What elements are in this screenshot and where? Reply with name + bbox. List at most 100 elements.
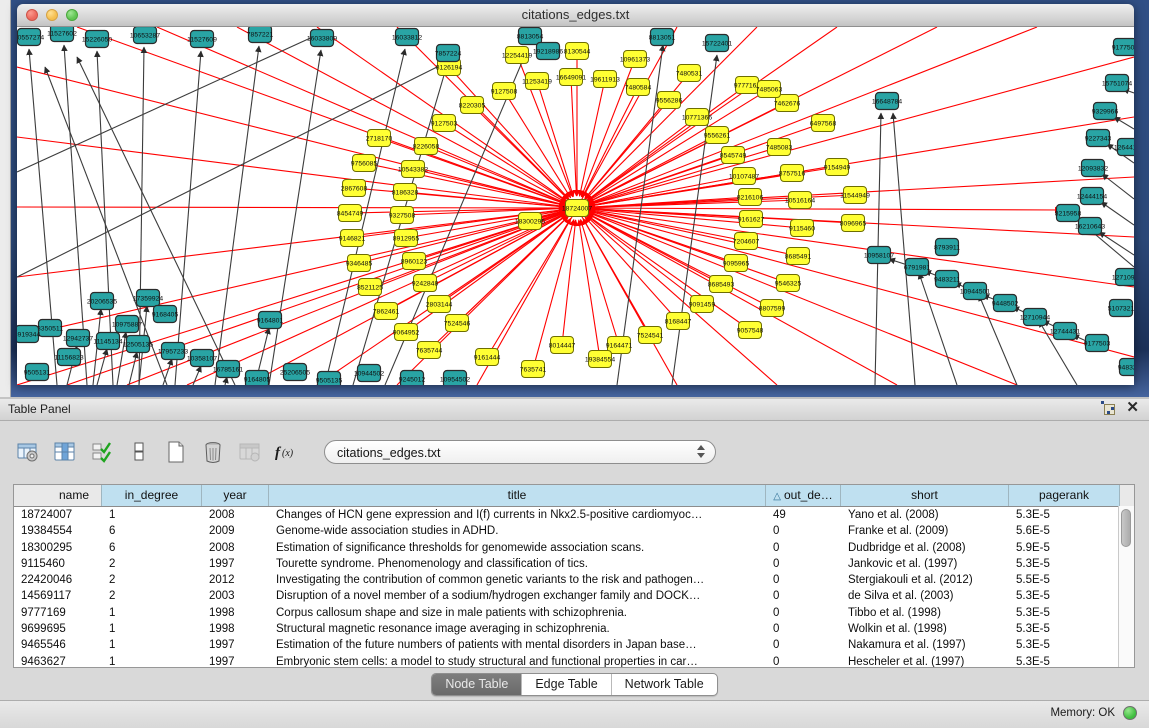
svg-text:8685491: 8685491	[785, 253, 812, 260]
table-cell: 2	[102, 588, 202, 604]
close-panel-icon[interactable]: ✕	[1126, 401, 1139, 414]
network-window-titlebar[interactable]: citations_edges.txt	[17, 4, 1134, 27]
table-cell: Estimation of the future numbers of pati…	[269, 637, 766, 653]
svg-text:8521125: 8521125	[357, 284, 383, 291]
svg-text:9177501: 9177501	[1112, 44, 1134, 51]
table-cell: 2008	[202, 507, 269, 523]
table-cell: 0	[766, 637, 841, 653]
table-cell: 6	[102, 523, 202, 539]
table-row[interactable]: 1938455462009Genome-wide association stu…	[14, 523, 1134, 539]
svg-text:11527609: 11527609	[187, 36, 217, 43]
column-header-out_de[interactable]: △out_de…	[766, 485, 841, 506]
table-row[interactable]: 946554611997Estimation of the future num…	[14, 637, 1134, 653]
svg-text:15226050: 15226050	[82, 36, 112, 43]
table-cell: 1998	[202, 621, 269, 637]
svg-text:5107321: 5107321	[1108, 305, 1134, 312]
table-panel: Table Panel ✕	[0, 399, 1149, 700]
table-cell: Stergiakouli et al. (2012)	[841, 572, 1009, 588]
status-bar: Memory: OK	[0, 700, 1149, 728]
svg-text:9546325: 9546325	[775, 280, 802, 287]
column-header-short[interactable]: short	[841, 485, 1009, 506]
table-scrollbar-thumb[interactable]	[1121, 509, 1131, 547]
svg-text:12710944: 12710944	[1020, 314, 1050, 321]
svg-text:9346485: 9346485	[346, 260, 373, 267]
network-canvas[interactable]: 9127503822605810543382818632893275088912…	[17, 27, 1134, 385]
svg-text:9168405: 9168405	[152, 311, 179, 318]
svg-text:12644191: 12644191	[1114, 144, 1134, 151]
function-builder-icon[interactable]: f(x)	[273, 438, 301, 466]
table-row[interactable]: 946362711997Embryonic stem cells: a mode…	[14, 654, 1134, 668]
table-cell: 18300295	[14, 540, 102, 556]
svg-text:11156823: 11156823	[54, 354, 83, 361]
table-cell: 0	[766, 572, 841, 588]
table-cell: Franke et al. (2009)	[841, 523, 1009, 539]
table-cell: 9777169	[14, 605, 102, 621]
table-cell: 9465546	[14, 637, 102, 653]
memory-status-icon[interactable]	[1123, 706, 1137, 720]
svg-text:15722401: 15722401	[702, 40, 732, 47]
citation-network-graph[interactable]: 9127503822605810543382818632893275088912…	[17, 27, 1134, 385]
node-table[interactable]: namein_degreeyeartitle△out_de…shortpager…	[13, 484, 1135, 668]
row-selection-icon[interactable]	[88, 438, 116, 466]
svg-text:10557274: 10557274	[17, 34, 44, 41]
table-row[interactable]: 2242004622012Investigating the contribut…	[14, 572, 1134, 588]
table-row[interactable]: 1456911722003Disruption of a novel membe…	[14, 588, 1134, 604]
svg-text:11527602: 11527602	[47, 30, 77, 37]
svg-text:19611913: 19611913	[590, 76, 620, 83]
svg-text:7862461: 7862461	[373, 308, 400, 315]
column-header-name[interactable]: name	[14, 485, 102, 506]
table-cell: 1997	[202, 637, 269, 653]
column-header-pagerank[interactable]: pagerank	[1009, 485, 1120, 506]
merge-columns-icon[interactable]	[125, 438, 153, 466]
memory-status-label: Memory: OK	[1050, 707, 1115, 719]
svg-text:10944502: 10944502	[354, 370, 384, 377]
show-columns-icon[interactable]	[51, 438, 79, 466]
table-cell: Yano et al. (2008)	[841, 507, 1009, 523]
create-column-icon[interactable]	[162, 438, 190, 466]
svg-text:9064952: 9064952	[393, 329, 420, 336]
table-cell: 5.3E-5	[1009, 507, 1120, 523]
tab-edge-table[interactable]: Edge Table	[522, 674, 611, 695]
table-settings-icon[interactable]	[14, 438, 42, 466]
svg-text:9161627: 9161627	[738, 216, 765, 223]
tab-node-table[interactable]: Node Table	[432, 674, 522, 695]
table-selector-value: citations_edges.txt	[337, 446, 441, 460]
svg-text:20206535: 20206535	[87, 298, 117, 305]
column-header-year[interactable]: year	[202, 485, 269, 506]
svg-text:8813054: 8813054	[517, 33, 544, 40]
svg-text:10961373: 10961373	[620, 56, 650, 63]
svg-text:12444154: 12444154	[1077, 193, 1107, 200]
table-row[interactable]: 1872400712008Changes of HCN gene express…	[14, 507, 1134, 523]
svg-text:9164805: 9164805	[244, 376, 271, 383]
float-window-icon[interactable]	[1101, 401, 1114, 414]
table-cell: Hescheler et al. (1997)	[841, 654, 1009, 668]
svg-text:16649091: 16649091	[556, 74, 586, 81]
svg-text:8186328: 8186328	[392, 189, 419, 196]
table-row[interactable]: 977716911998Corpus callosum shape and si…	[14, 605, 1134, 621]
delete-column-icon[interactable]	[199, 438, 227, 466]
table-cell: 5.6E-5	[1009, 523, 1120, 539]
table-scrollbar[interactable]	[1118, 506, 1134, 667]
svg-text:7635744: 7635744	[416, 347, 443, 354]
column-header-title[interactable]: title	[269, 485, 766, 506]
table-row[interactable]: 911546021997Tourette syndrome. Phenomeno…	[14, 556, 1134, 572]
column-header-in_degree[interactable]: in_degree	[102, 485, 202, 506]
network-window[interactable]: citations_edges.txt 91275038226058105433…	[17, 4, 1134, 384]
table-selector-dropdown[interactable]: citations_edges.txt	[324, 440, 716, 464]
svg-text:8545749: 8545749	[720, 152, 747, 159]
svg-text:9556286: 9556286	[656, 97, 683, 104]
table-row[interactable]: 1830029562008Estimation of significance …	[14, 540, 1134, 556]
tab-network-table[interactable]: Network Table	[612, 674, 717, 695]
table-cell: Jankovic et al. (1997)	[841, 556, 1009, 572]
table-cell: Disruption of a novel member of a sodium…	[269, 588, 766, 604]
svg-text:16033809: 16033809	[307, 35, 337, 42]
table-cell: 9699695	[14, 621, 102, 637]
svg-text:9245012: 9245012	[399, 376, 426, 383]
svg-text:8220305: 8220305	[459, 102, 486, 109]
svg-text:25206505: 25206505	[280, 369, 310, 376]
table-cell: 5.9E-5	[1009, 540, 1120, 556]
table-row[interactable]: 969969511998Structural magnetic resonanc…	[14, 621, 1134, 637]
table-cell: 5.5E-5	[1009, 572, 1120, 588]
svg-text:16033812: 16033812	[392, 34, 422, 41]
table-header-row[interactable]: namein_degreeyeartitle△out_de…shortpager…	[14, 485, 1134, 507]
